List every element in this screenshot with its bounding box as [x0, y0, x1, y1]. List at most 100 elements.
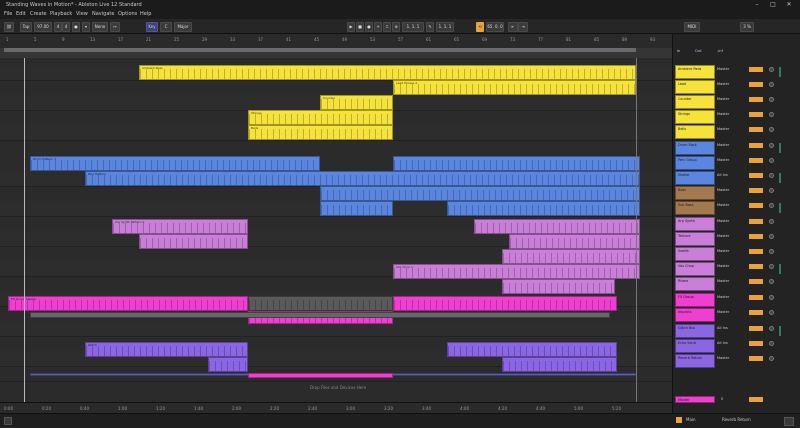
track-header[interactable]: Swells [675, 247, 715, 261]
menu-options[interactable]: Options [118, 11, 137, 17]
track-header[interactable]: Vox Chop [675, 262, 715, 276]
track-header[interactable]: Glitch Bus [675, 324, 715, 338]
loop-icon[interactable]: ⟲ [476, 22, 484, 32]
pan-knob[interactable] [769, 249, 774, 254]
loop-start-field[interactable]: 1. 1. 1 [436, 22, 454, 32]
track-header[interactable]: Bells [675, 125, 715, 139]
track-activator[interactable] [749, 219, 763, 224]
track-header[interactable]: Echo Send [675, 339, 715, 353]
arrangement-clip[interactable] [208, 357, 248, 372]
play-icon[interactable]: ▶ [347, 22, 355, 32]
arrangement-clip[interactable] [502, 357, 617, 372]
output-routing[interactable]: Master [717, 82, 729, 86]
output-routing[interactable]: Master [717, 234, 729, 238]
automation-arm-icon[interactable]: ⎍ [383, 22, 391, 32]
pan-knob[interactable] [769, 295, 774, 300]
track-activator[interactable] [749, 264, 763, 269]
track-header[interactable]: Risers [675, 277, 715, 291]
track-header[interactable]: Drum Rack [675, 141, 715, 155]
punch-icon[interactable]: ⊕ [392, 22, 400, 32]
punch-out-icon[interactable]: ⇥ [518, 22, 528, 32]
track-activator[interactable] [749, 143, 763, 148]
track-activator[interactable] [749, 203, 763, 208]
arrangement-clip[interactable]: Perc Pattern [85, 171, 640, 186]
track-header[interactable]: Bass [675, 186, 715, 200]
meter-denominator[interactable]: 4 [62, 22, 70, 32]
punch-in-icon[interactable]: ⇤ [508, 22, 518, 32]
track-header[interactable]: Reverb Return [675, 354, 715, 368]
arrangement-clip[interactable] [393, 156, 640, 171]
output-routing[interactable]: Master [717, 295, 729, 299]
track-header[interactable]: Perc Group [675, 156, 715, 170]
menu-help[interactable]: Help [140, 11, 151, 17]
loop-length-field[interactable]: 65. 0. 0 [486, 22, 504, 32]
track-activator[interactable] [749, 188, 763, 193]
track-header[interactable]: Shaker [675, 171, 715, 185]
pan-knob[interactable] [769, 341, 774, 346]
pan-knob[interactable] [769, 112, 774, 117]
time-ruler[interactable]: 0:00 0:20 0:40 1:00 1:20 1:40 2:00 2:20 … [0, 402, 672, 413]
playhead[interactable] [24, 58, 25, 402]
output-routing[interactable]: Master [717, 127, 729, 131]
output-routing[interactable]: Master [717, 249, 729, 253]
output-routing[interactable]: All Ins [717, 173, 728, 177]
master-activator[interactable] [749, 397, 763, 402]
arrangement-view[interactable]: Ambient Pads Lead Phrase A Counter Strin… [0, 58, 672, 402]
menu-playback[interactable]: Playback [50, 11, 72, 17]
arrangement-clip[interactable]: Glitch [85, 342, 248, 357]
master-volume[interactable]: 0 [721, 397, 723, 401]
arrangement-clip[interactable] [320, 186, 640, 201]
track-header[interactable]: Strings [675, 110, 715, 124]
track-header[interactable]: Counter [675, 95, 715, 109]
output-routing[interactable]: Master [717, 188, 729, 192]
track-header[interactable]: Ambient Pads [675, 65, 715, 79]
arrangement-clip[interactable]: Arp Synth Pattern 2 [112, 219, 248, 234]
track-activator[interactable] [749, 341, 763, 346]
track-header[interactable]: Sub Bass [675, 201, 715, 215]
output-routing[interactable]: Master [717, 310, 729, 314]
arrangement-clip[interactable] [139, 234, 248, 249]
track-header[interactable]: Lead [675, 80, 715, 94]
metronome-icon[interactable]: ● [72, 22, 80, 32]
pan-knob[interactable] [769, 264, 774, 269]
output-routing[interactable]: Master [717, 264, 729, 268]
stop-icon[interactable]: ■ [356, 22, 364, 32]
menu-file[interactable]: File [4, 11, 12, 17]
close-icon[interactable]: ✕ [784, 1, 794, 9]
quantize-menu[interactable]: None [92, 22, 108, 32]
track-header[interactable]: FX Group [675, 293, 715, 307]
output-routing[interactable]: Master [717, 143, 729, 147]
pan-knob[interactable] [769, 310, 774, 315]
beat-time-ruler[interactable]: 1 5 9 13 17 21 25 29 33 37 41 45 49 53 5… [0, 34, 672, 49]
output-routing[interactable]: Master [717, 203, 729, 207]
pan-knob[interactable] [769, 203, 774, 208]
arrangement-clip[interactable]: FX Group Sweep [8, 296, 248, 311]
track-activator[interactable] [749, 173, 763, 178]
track-activator[interactable] [749, 295, 763, 300]
pan-knob[interactable] [769, 234, 774, 239]
menu-view[interactable]: View [76, 11, 88, 17]
drop-zone-label[interactable]: Drop Files and Devices Here [310, 385, 366, 390]
arrangement-clip[interactable] [30, 312, 610, 318]
arrangement-clip[interactable] [509, 234, 640, 249]
track-activator[interactable] [749, 82, 763, 87]
track-activator[interactable] [749, 326, 763, 331]
link-icon[interactable]: ⛓ [4, 22, 14, 32]
output-routing[interactable]: Master [717, 219, 729, 223]
pan-knob[interactable] [769, 173, 774, 178]
arrangement-clip[interactable]: Drum Pattern 1 [30, 156, 320, 171]
track-header[interactable]: Impacts [675, 308, 715, 322]
loop-brace[interactable] [4, 48, 636, 52]
track-activator[interactable] [749, 97, 763, 102]
arrangement-clip[interactable] [447, 342, 617, 357]
track-activator[interactable] [749, 127, 763, 132]
main-indicator[interactable] [676, 417, 682, 423]
tempo-field[interactable]: 97.00 [34, 22, 52, 32]
detail-view-toggle[interactable] [784, 417, 794, 426]
track-activator[interactable] [749, 279, 763, 284]
position-field[interactable]: 1. 1. 1 [402, 22, 424, 32]
info-view-toggle[interactable] [4, 417, 12, 425]
meter-numerator[interactable]: 4 [54, 22, 62, 32]
menu-edit[interactable]: Edit [16, 11, 26, 17]
tap-button[interactable]: Tap [20, 22, 32, 32]
